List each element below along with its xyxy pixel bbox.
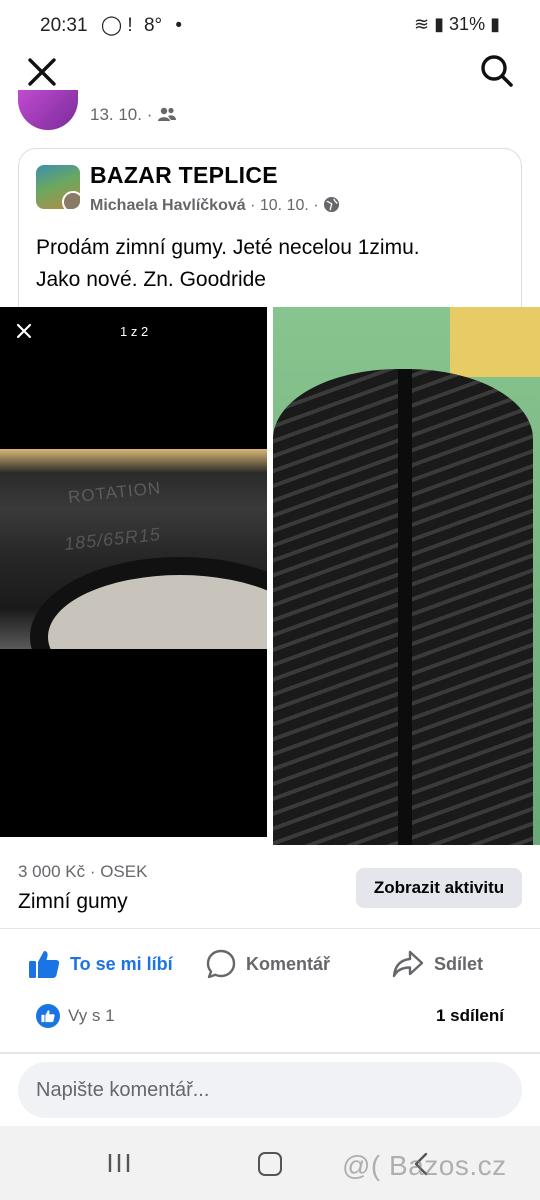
price-location: 3 000 Kč · OSEK [18, 862, 148, 881]
listing-title: Zimní gumy [18, 890, 128, 913]
comment-input[interactable] [18, 1062, 522, 1118]
more-notifications-icon: • [175, 15, 183, 36]
status-time: 20:31 ◯ ! 8° • [40, 14, 182, 37]
status-right: ≋ ▮ 31% ▮ [414, 14, 500, 35]
search-button[interactable] [478, 52, 516, 90]
post-text-line: Prodám zimní gumy. Jeté necelou 1zimu. [36, 236, 420, 259]
watermark: @( Bazos.cz [342, 1150, 507, 1181]
comment-label: Komentář [246, 953, 331, 974]
separator-dot: · [250, 197, 260, 214]
signal-icon: ▮ [434, 14, 445, 34]
search-icon [481, 55, 513, 87]
share-label: Sdílet [434, 953, 484, 974]
whatsapp-icon: ◯ [100, 15, 123, 36]
shares-count[interactable]: 1 sdílení [436, 1006, 504, 1026]
box-image [450, 307, 540, 377]
previous-post-date: 13. 10. [90, 105, 142, 124]
battery-icon: ▮ [490, 14, 500, 34]
close-icon [28, 58, 56, 86]
divider [0, 928, 540, 929]
photo-counter: 1 z 2 [120, 324, 149, 339]
battery-percent: 31% [449, 14, 486, 34]
notification-icon: ! [127, 15, 133, 36]
group-name[interactable]: BAZAR TEPLICE [90, 162, 278, 189]
thumbs-up-icon [29, 951, 60, 978]
globe-icon [323, 196, 340, 213]
friends-icon [158, 107, 177, 121]
previous-post-meta: 13. 10. · [90, 105, 177, 125]
divider [0, 1052, 540, 1054]
like-button[interactable]: To se mi líbí [28, 944, 173, 984]
post-text-line: Jako nové. Zn. Goodride [36, 268, 266, 291]
author-avatar-badge [62, 191, 80, 209]
home-icon[interactable] [258, 1152, 282, 1176]
wifi-icon: ≋ [414, 14, 430, 34]
author-name[interactable]: Michaela Havlíčková [90, 197, 246, 214]
separator-dot: · [146, 105, 158, 124]
comment-button[interactable]: Komentář [206, 944, 330, 984]
reactions-summary[interactable]: Vy s 1 [36, 1004, 115, 1028]
share-button[interactable]: Sdílet [392, 944, 483, 984]
tread-groove [398, 369, 412, 845]
view-activity-button[interactable]: Zobrazit aktivitu [356, 868, 522, 908]
post-date: 10. 10. [259, 197, 309, 214]
clock-text: 20:31 [40, 15, 88, 36]
close-button[interactable] [24, 54, 60, 90]
recent-apps-icon[interactable] [106, 1152, 132, 1174]
share-icon [392, 950, 424, 978]
post-text: Prodám zimní gumy. Jeté necelou 1zimu. J… [36, 232, 506, 296]
photo-2[interactable] [273, 307, 540, 845]
temperature-text: 8° [143, 15, 163, 36]
author-line: Michaela Havlíčková · 10. 10. · [90, 196, 340, 215]
separator-dot: · [313, 197, 324, 214]
likes-count: Vy s 1 [68, 1006, 115, 1025]
like-label: To se mi líbí [70, 953, 173, 974]
previous-post-avatar[interactable] [18, 90, 78, 130]
photo-letterbox [0, 649, 267, 837]
like-reaction-icon [36, 1004, 60, 1028]
photo-close-icon[interactable] [14, 321, 34, 341]
group-avatar[interactable] [36, 165, 80, 209]
photo-1[interactable]: ROTATION 185/65R15 1 z 2 [0, 307, 267, 837]
status-bar: 20:31 ◯ ! 8° • ≋ ▮ 31% ▮ [0, 0, 540, 50]
comment-icon [206, 949, 236, 979]
